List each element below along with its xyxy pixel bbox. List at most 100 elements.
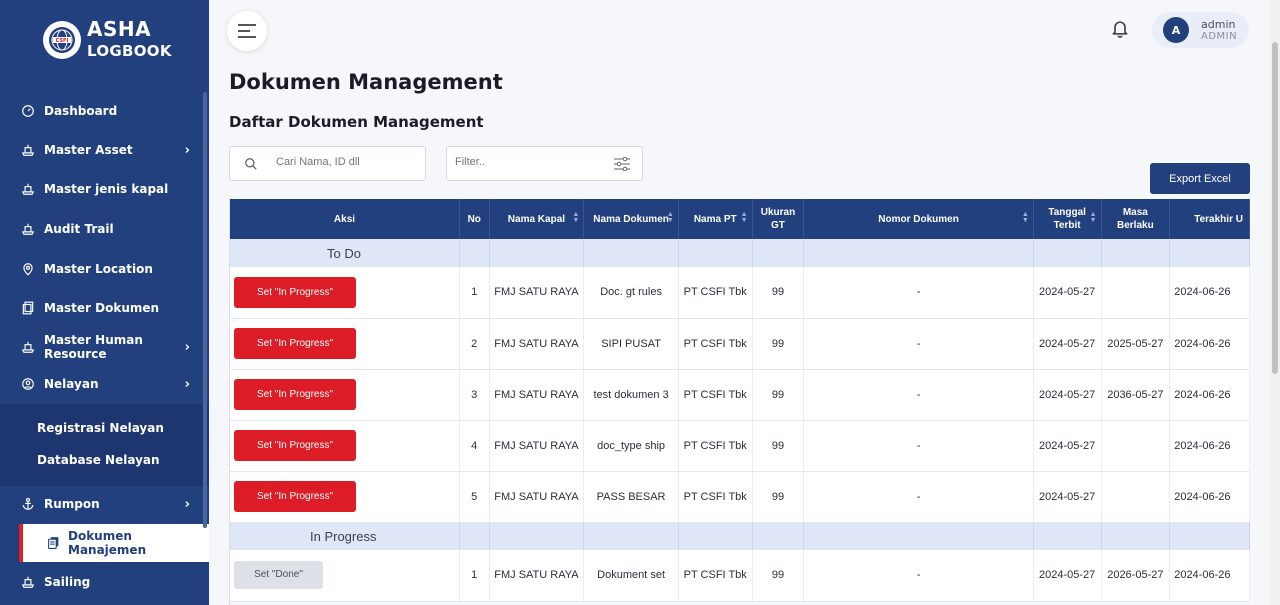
cell-pt: PT CSFI Tbk	[678, 420, 753, 472]
filter-input[interactable]	[455, 156, 605, 168]
cell-nomor: -	[803, 318, 1034, 370]
column-header[interactable]: Nama Dokumen ▲ ▼	[583, 199, 679, 239]
group-row: To Do	[230, 239, 1250, 267]
cell-pt: PT CSFI Tbk	[678, 550, 753, 602]
sidebar-item-dokumen-manajemen[interactable]: Dokumen Manajemen	[19, 524, 209, 562]
sidebar-item-label: Master jenis kapal	[44, 182, 169, 196]
sidebar-item-audit-trail[interactable]: Audit Trail	[0, 212, 209, 246]
sidebar-item-dashboard[interactable]: Dashboard	[0, 94, 209, 128]
avatar: A	[1163, 17, 1189, 43]
csfi-logo-icon: CSFI	[43, 21, 81, 59]
menu-toggle-button[interactable]	[227, 11, 267, 51]
table-row: Set "In Progress" 4 FMJ SATU RAYA doc_type …	[230, 420, 1250, 472]
sidebar-item-rumpon[interactable]: Rumpon ›	[0, 487, 209, 521]
cell-pt: PT CSFI Tbk	[678, 471, 753, 523]
table-row: Set "In Progress" 1 FMJ SATU RAYA Doc. gt r…	[230, 267, 1250, 319]
column-header[interactable]: Nama PT ▲ ▼	[678, 199, 753, 239]
cell-terbit: 2024-05-27	[1033, 471, 1102, 523]
page-scrollbar[interactable]	[1270, 0, 1280, 605]
sidebar-item-sailing[interactable]: Sailing	[0, 565, 209, 599]
set-done-button[interactable]: Set "Done"	[234, 561, 323, 590]
sidebar-item-master-dokumen[interactable]: Master Dokumen	[0, 291, 209, 325]
set-in-progress-button[interactable]: Set "In Progress"	[234, 430, 356, 461]
cell-no: 1	[459, 550, 490, 602]
cell-no: 1	[459, 267, 490, 319]
cell-berlaku: 2025-05-27	[1101, 318, 1171, 370]
cell-terbit: 2024-05-27	[1033, 267, 1102, 319]
sidebar-item-master-human-resource[interactable]: Master Human Resource ›	[0, 330, 209, 364]
documents-table: Aksi No Nama Kapal ▲ ▼ Nama Dokumen ▲ ▼ Nama PT ▲…	[229, 199, 1250, 605]
cell-nomor: -	[803, 267, 1034, 319]
group-label: In Progress	[310, 528, 377, 544]
cell-pt: PT CSFI Tbk	[678, 267, 753, 319]
search-input[interactable]	[276, 156, 416, 168]
sidebar-item-label: Sailing	[44, 575, 91, 589]
cell-no: 2	[459, 318, 490, 370]
chevron-right-icon: ›	[184, 496, 190, 512]
cell-dokumen: test dokumen 3	[583, 369, 679, 421]
cell-kapal: FMJ SATU RAYA	[489, 420, 585, 472]
ship-icon	[20, 142, 36, 158]
sort-icon[interactable]: ▲ ▼	[667, 211, 674, 224]
document-icon	[20, 300, 36, 316]
hamburger-icon	[238, 24, 256, 38]
table-row: Set "In Progress" 2 FMJ SATU RAYA SIPI PUSA…	[230, 318, 1250, 370]
sort-icon[interactable]: ▲ ▼	[741, 211, 748, 224]
column-header[interactable]: No	[459, 199, 490, 239]
brand-line1: ASHA	[87, 17, 152, 41]
svg-text:CSFI: CSFI	[56, 38, 69, 44]
column-header[interactable]: Ukuran GT	[752, 199, 805, 239]
cell-terakhir: 2024-06-26	[1169, 369, 1250, 421]
column-header-label: Nomor Dokumen	[878, 213, 959, 225]
table-row: Set "Done" 1 FMJ SATU RAYA Dokument set PT C…	[230, 550, 1250, 602]
set-in-progress-button[interactable]: Set "In Progress"	[234, 481, 356, 512]
sidebar-item-label: Master Dokumen	[44, 301, 160, 315]
brand[interactable]: CSFI ASHA LOGBOOK	[43, 18, 172, 62]
sidebar-item-label: Dashboard	[44, 104, 118, 118]
cell-no: 3	[459, 369, 490, 421]
set-in-progress-button[interactable]: Set "In Progress"	[234, 379, 356, 410]
cell-nomor: -	[803, 369, 1034, 421]
search-box[interactable]	[229, 146, 426, 181]
cell-terbit: 2024-05-27	[1033, 550, 1102, 602]
sort-icon[interactable]: ▲ ▼	[1090, 211, 1097, 224]
column-header[interactable]: Nama Kapal ▲ ▼	[489, 199, 585, 239]
sidebar-item-label: Master Asset	[44, 143, 133, 157]
sidebar-item-label: Audit Trail	[44, 222, 114, 236]
column-header-label: No	[467, 213, 481, 225]
cell-dokumen: Doc. gt rules	[583, 267, 679, 319]
filter-box[interactable]	[446, 146, 643, 181]
sidebar-item-master-jenis-kapal[interactable]: Master jenis kapal	[0, 172, 209, 206]
cell-kapal: FMJ SATU RAYA	[489, 318, 585, 370]
cell-kapal: FMJ SATU RAYA	[489, 550, 585, 602]
ship-icon	[20, 221, 36, 237]
filter-sliders-icon[interactable]	[614, 157, 630, 171]
column-header[interactable]: Aksi	[230, 199, 460, 239]
cell-no: 4	[459, 420, 490, 472]
ship-icon	[20, 181, 36, 197]
sort-icon[interactable]: ▲ ▼	[572, 211, 579, 224]
sidebar-subitem-registrasi-nelayan[interactable]: Registrasi Nelayan	[37, 421, 164, 435]
column-header-label: Aksi	[333, 213, 356, 225]
column-header-label: Tanggal Terbit	[1048, 207, 1086, 231]
cell-terbit: 2024-05-27	[1033, 369, 1102, 421]
notification-bell-icon[interactable]	[1110, 18, 1130, 38]
sidebar-item-master-location[interactable]: Master Location	[0, 252, 209, 286]
column-header[interactable]: Nomor Dokumen ▲ ▼	[803, 199, 1034, 239]
set-in-progress-button[interactable]: Set "In Progress"	[234, 328, 356, 359]
sidebar-item-label: Master Location	[44, 262, 153, 276]
column-header[interactable]: Masa Berlaku	[1101, 199, 1171, 239]
page-scrollbar-thumb[interactable]	[1272, 42, 1278, 374]
column-header[interactable]: Terakhir U	[1169, 199, 1250, 239]
sort-icon[interactable]: ▲ ▼	[1022, 211, 1029, 224]
set-in-progress-button[interactable]: Set "In Progress"	[234, 276, 356, 308]
sidebar-item-nelayan[interactable]: Nelayan ›	[0, 367, 209, 401]
sidebar-scrollbar[interactable]	[203, 92, 207, 528]
export-excel-button[interactable]: Export Excel	[1150, 163, 1250, 194]
sidebar-subitem-database-nelayan[interactable]: Database Nelayan	[37, 453, 160, 467]
table-row: Set "In Progress" 3 FMJ SATU RAYA test doku…	[230, 369, 1250, 421]
column-header[interactable]: Tanggal Terbit ▲ ▼	[1033, 199, 1102, 239]
dashboard-icon	[20, 103, 36, 119]
sidebar-item-master-asset[interactable]: Master Asset ›	[0, 133, 209, 167]
user-menu[interactable]: A admin ADMIN	[1152, 12, 1249, 48]
